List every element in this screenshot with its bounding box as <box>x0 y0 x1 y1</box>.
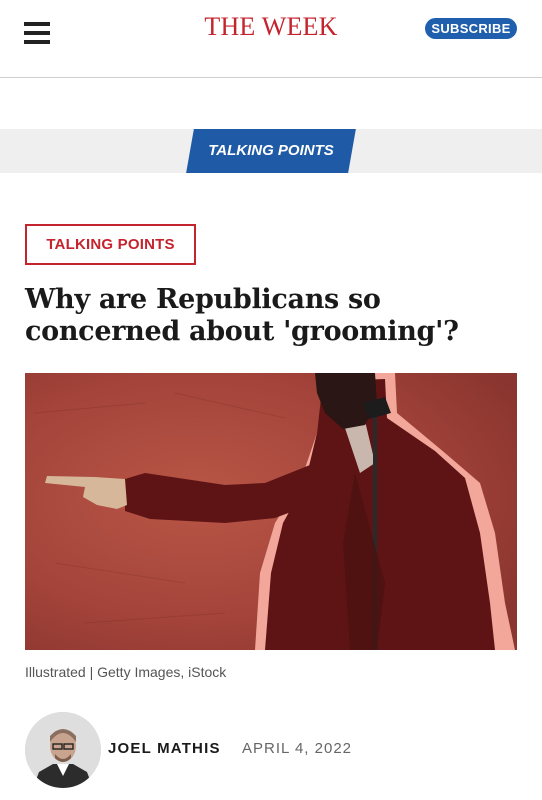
avatar-illustration <box>25 712 101 788</box>
publish-date: APRIL 4, 2022 <box>242 740 353 757</box>
site-header: THE WEEK SUBSCRIBE <box>0 0 542 78</box>
author-avatar[interactable] <box>25 712 101 788</box>
section-tab-label[interactable]: TALKING POINTS <box>190 129 352 173</box>
author-name[interactable]: JOEL MATHIS <box>108 740 221 757</box>
hero-illustration <box>25 373 517 650</box>
subscribe-button[interactable]: SUBSCRIBE <box>425 18 517 39</box>
section-banner: TALKING POINTS <box>0 129 542 173</box>
hero-image <box>25 373 517 650</box>
article-headline: Why are Republicans so concerned about '… <box>25 284 459 347</box>
category-tag[interactable]: TALKING POINTS <box>25 224 196 265</box>
image-caption: Illustrated | Getty Images, iStock <box>25 664 227 680</box>
